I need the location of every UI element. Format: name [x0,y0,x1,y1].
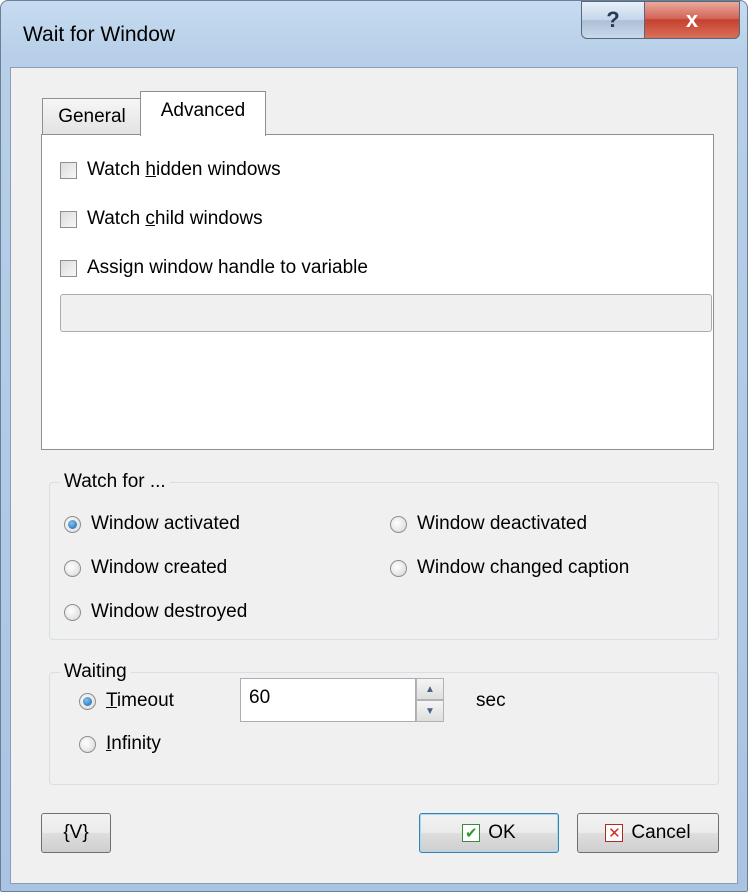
title-bar[interactable]: Wait for Window ? x [1,1,747,67]
watch-child-windows-label: Watch child windows [87,208,263,229]
timeout-label: Timeout [106,690,174,711]
cancel-x-icon: ✕ [605,824,624,842]
watch-hidden-windows-checkbox[interactable] [60,161,77,179]
spin-up-icon: ▲ [425,683,435,695]
watch-child-windows-checkbox[interactable] [60,210,77,228]
infinity-option[interactable]: Infinity [79,733,161,755]
timeout-option[interactable]: Timeout [79,690,174,712]
window-title: Wait for Window [23,23,176,46]
close-button[interactable]: x [644,1,740,39]
spin-down-icon: ▼ [425,705,435,717]
infinity-label: Infinity [106,733,161,754]
assign-handle-label: Assign window handle to variable [87,257,368,278]
timeout-input[interactable]: 60 [240,678,416,722]
advanced-tab-panel: Watch hidden windows Watch child windows… [41,134,714,450]
ok-button[interactable]: ✔ OK [419,813,559,853]
window-created-label: Window created [91,557,228,578]
infinity-radio[interactable] [79,735,96,753]
watch-hidden-windows-option[interactable]: Watch hidden windows [60,159,281,181]
assign-handle-option[interactable]: Assign window handle to variable [60,257,368,279]
dialog-window: Wait for Window ? x General Advanced Wat… [0,0,748,892]
window-changed-caption-radio[interactable] [390,559,407,577]
watch-child-windows-option[interactable]: Watch child windows [60,208,263,230]
window-deactivated-radio[interactable] [390,515,407,533]
watch-for-group: Watch for ... Window activated Window de… [49,471,719,640]
insert-variable-label: {V} [63,822,89,843]
window-activated-radio[interactable] [64,515,81,533]
dialog-client-area: General Advanced Watch hidden windows Wa… [10,67,738,884]
assign-handle-checkbox[interactable] [60,259,77,277]
window-activated-label: Window activated [91,513,240,534]
tab-general-label: General [58,105,126,127]
window-destroyed-label: Window destroyed [91,601,248,622]
window-destroyed-option[interactable]: Window destroyed [64,601,247,623]
window-activated-option[interactable]: Window activated [64,513,240,535]
window-changed-caption-label: Window changed caption [417,557,630,578]
cancel-button[interactable]: ✕ Cancel [577,813,719,853]
window-created-radio[interactable] [64,559,81,577]
close-icon: x [685,7,699,32]
timeout-radio[interactable] [79,692,96,710]
timeout-unit-label: sec [476,690,506,711]
spin-down-button[interactable]: ▼ [416,700,444,722]
variable-name-input[interactable] [60,294,712,332]
checkmark-icon: ✔ [462,824,481,842]
cancel-label: Cancel [631,822,691,843]
watch-for-group-label: Watch for ... [60,471,170,493]
window-changed-caption-option[interactable]: Window changed caption [390,557,629,579]
tab-advanced-label: Advanced [160,100,246,121]
window-deactivated-label: Window deactivated [417,513,588,534]
waiting-group-label: Waiting [60,661,131,683]
help-button[interactable]: ? [581,1,645,39]
help-icon: ? [606,7,620,32]
ok-label: OK [488,822,516,843]
window-created-option[interactable]: Window created [64,557,227,579]
spin-up-button[interactable]: ▲ [416,678,444,700]
timeout-spinner[interactable]: ▲ ▼ [416,678,444,722]
window-destroyed-radio[interactable] [64,603,81,621]
tab-general[interactable]: General [42,98,142,134]
tab-advanced[interactable]: Advanced [140,91,266,136]
insert-variable-button[interactable]: {V} [41,813,111,853]
window-deactivated-option[interactable]: Window deactivated [390,513,587,535]
watch-hidden-windows-label: Watch hidden windows [87,159,281,180]
